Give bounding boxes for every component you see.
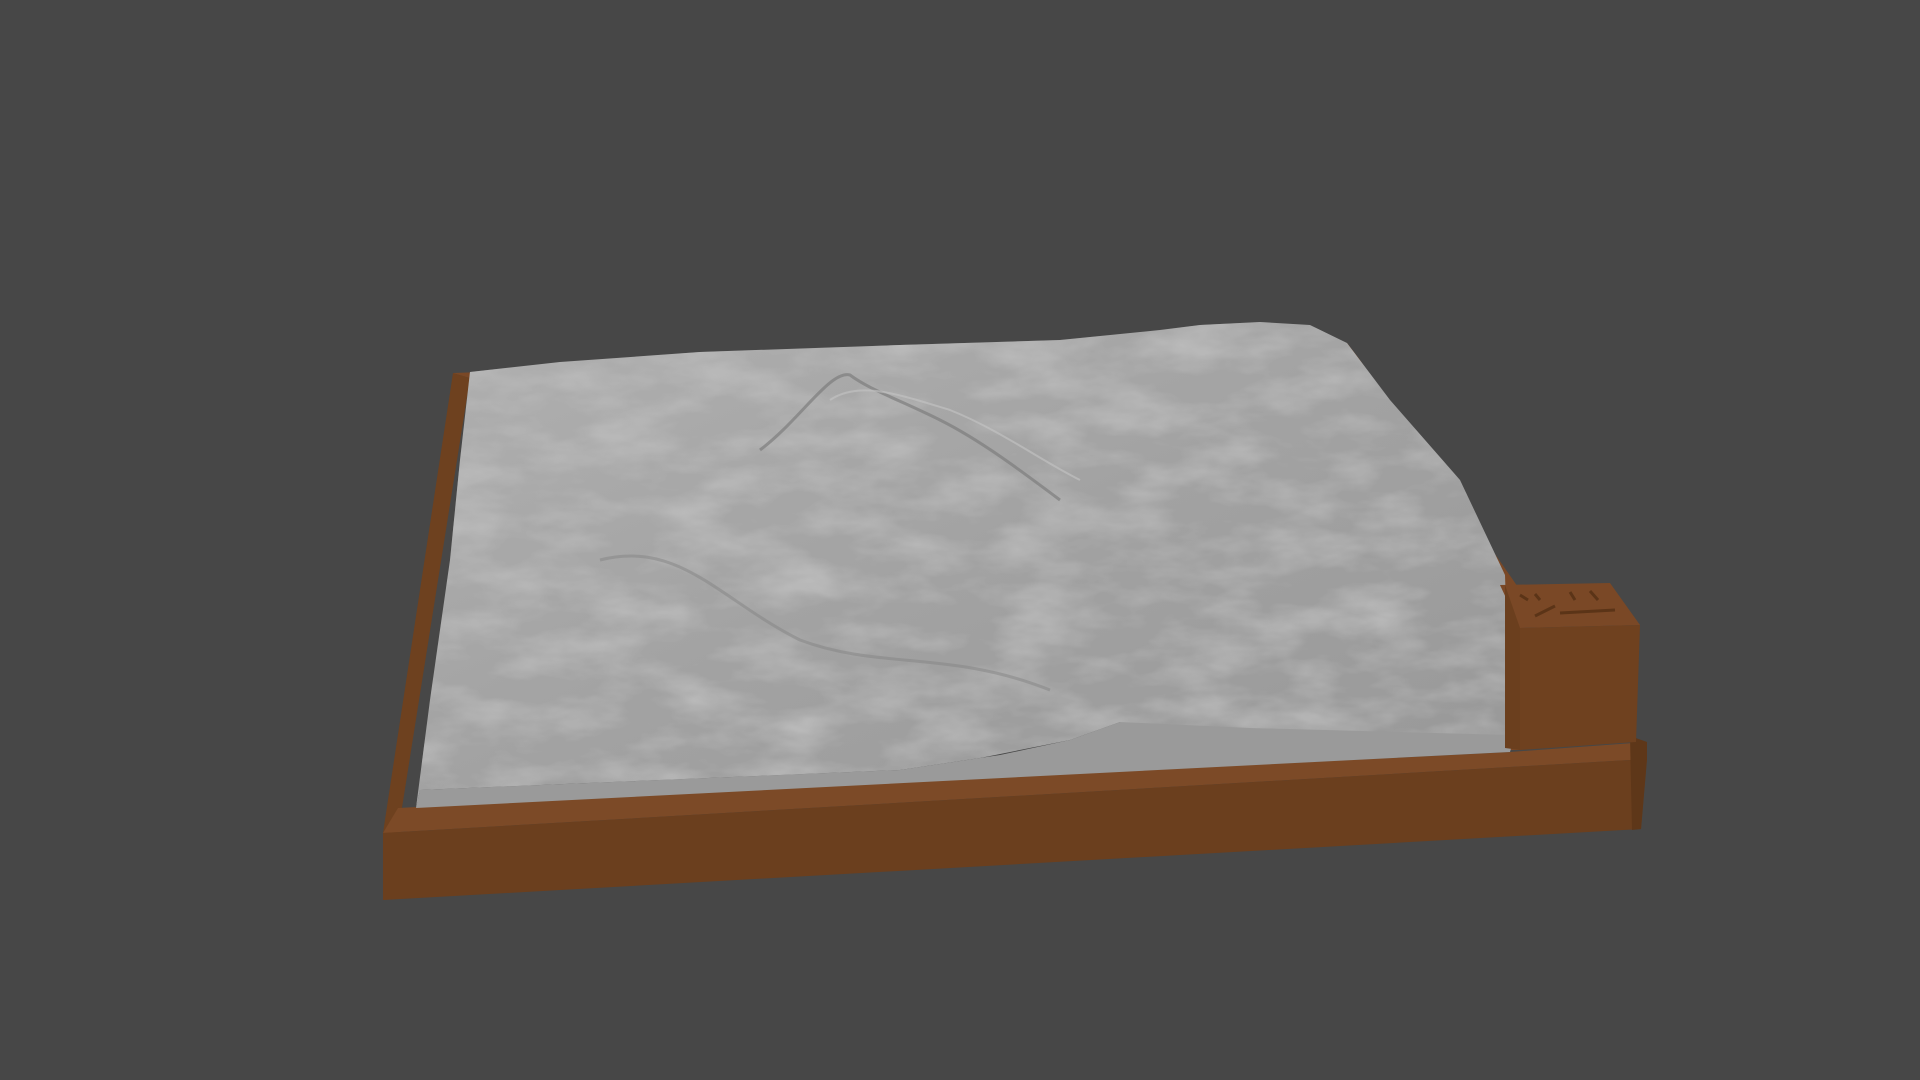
terrain-surface	[416, 322, 1515, 808]
3d-viewport[interactable]	[0, 0, 1920, 1080]
label-block-top	[1500, 583, 1640, 628]
label-block	[1500, 583, 1640, 750]
base-right-face	[1630, 736, 1647, 830]
label-block-face	[1520, 625, 1640, 750]
